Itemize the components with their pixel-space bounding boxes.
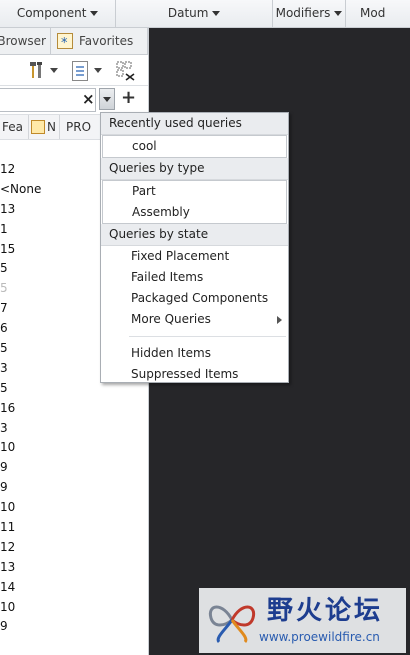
tab-label: er Browser <box>0 34 46 48</box>
list-item: 15 <box>0 241 16 256</box>
tab-label: Favorites <box>79 34 134 48</box>
section-recent-queries: Recently used queries <box>101 113 288 135</box>
list-item: <None <box>0 181 42 196</box>
settings-doc-icon[interactable] <box>72 61 88 81</box>
list-item: 12 <box>0 539 16 554</box>
ribbon-group-modifiers[interactable]: Modifiers <box>273 0 347 27</box>
menu-item-fixed-placement[interactable]: Fixed Placement <box>101 246 288 267</box>
panel-tabs: er Browser Favorites <box>0 28 148 55</box>
menu-item-hidden-items[interactable]: Hidden Items <box>101 343 288 364</box>
chevron-down-icon <box>90 11 99 16</box>
list-item: 3 <box>0 420 8 435</box>
column-label: N <box>47 120 56 134</box>
list-item: 10 <box>0 599 16 614</box>
ribbon-group-label: Modifiers <box>275 6 331 20</box>
query-dropdown-menu: Recently used queries cool Queries by ty… <box>100 112 289 383</box>
filter-icon[interactable] <box>116 61 136 81</box>
list-item: 5 <box>0 281 8 296</box>
watermark-logo <box>208 605 256 644</box>
menu-item-assembly[interactable]: Assembly <box>103 202 286 223</box>
column-icon <box>31 120 45 134</box>
menu-item-label: More Queries <box>131 312 211 326</box>
list-item: 1 <box>0 221 8 236</box>
column-name[interactable]: N <box>29 115 60 139</box>
forum-watermark: 野火论坛 www.proewildfire.cn <box>199 588 406 653</box>
list-item: 16 <box>0 400 16 415</box>
list-item: 13 <box>0 559 16 574</box>
list-item: 13 <box>0 201 16 216</box>
menu-item-suppressed-items[interactable]: Suppressed Items <box>101 364 288 385</box>
chevron-right-icon <box>277 316 282 324</box>
list-item: 10 <box>0 500 16 515</box>
tree-values: 12 <None 13 1 15 5 5 7 6 5 3 5 16 3 10 9… <box>0 160 60 637</box>
ribbon-header: Component Datum Modifiers Mod <box>0 0 410 28</box>
list-item: 3 <box>0 360 8 375</box>
list-item: 12 <box>0 162 16 176</box>
list-item: 5 <box>0 341 8 356</box>
list-item: 9 <box>0 460 8 475</box>
column-label: Fea <box>2 120 23 134</box>
column-feature[interactable]: Fea <box>0 115 29 139</box>
watermark-brand: 野火论坛 <box>267 596 384 626</box>
ribbon-group-label: Mod <box>360 6 386 20</box>
menu-item-part[interactable]: Part <box>103 181 286 202</box>
chevron-down-icon <box>212 11 221 16</box>
list-item: 9 <box>0 619 8 634</box>
search-dropdown-button[interactable] <box>99 88 115 110</box>
list-item: 10 <box>0 440 16 455</box>
menu-item-recent-query[interactable]: cool <box>102 135 287 158</box>
section-queries-by-state: Queries by state <box>101 224 288 246</box>
section-queries-by-type: Queries by type <box>101 158 288 180</box>
menu-item-packaged-components[interactable]: Packaged Components <box>101 288 288 309</box>
favorites-icon <box>57 31 73 54</box>
chevron-down-icon[interactable] <box>94 68 102 73</box>
add-icon[interactable]: + <box>121 87 136 108</box>
ribbon-group-label: Datum <box>167 6 209 20</box>
list-item: 5 <box>0 261 8 276</box>
ribbon-group-datum[interactable]: Datum <box>116 0 273 27</box>
chevron-down-icon[interactable] <box>50 68 58 73</box>
chevron-down-icon <box>334 11 343 16</box>
ribbon-group-label: Component <box>16 6 87 20</box>
tools-icon[interactable] <box>28 61 46 79</box>
close-icon[interactable]: × <box>82 90 95 108</box>
type-query-group: Part Assembly <box>102 180 287 224</box>
ribbon-group-model[interactable]: Mod <box>346 0 410 27</box>
watermark-url: www.proewildfire.cn <box>259 630 380 644</box>
list-item: 14 <box>0 579 16 594</box>
menu-divider <box>129 336 286 337</box>
menu-item-more-queries[interactable]: More Queries <box>101 309 288 330</box>
list-item: 7 <box>0 301 8 316</box>
tab-favorites[interactable]: Favorites <box>51 28 148 54</box>
list-item: 11 <box>0 520 16 535</box>
list-item: 6 <box>0 321 8 336</box>
search-row: × + <box>0 86 148 115</box>
tab-folder-browser[interactable]: er Browser <box>0 28 51 54</box>
list-item: 9 <box>0 480 8 495</box>
list-item: 5 <box>0 380 8 395</box>
panel-toolbar <box>0 55 148 86</box>
column-label: PRO <box>66 120 92 134</box>
menu-item-failed-items[interactable]: Failed Items <box>101 267 288 288</box>
ribbon-group-component[interactable]: Component <box>0 0 117 27</box>
